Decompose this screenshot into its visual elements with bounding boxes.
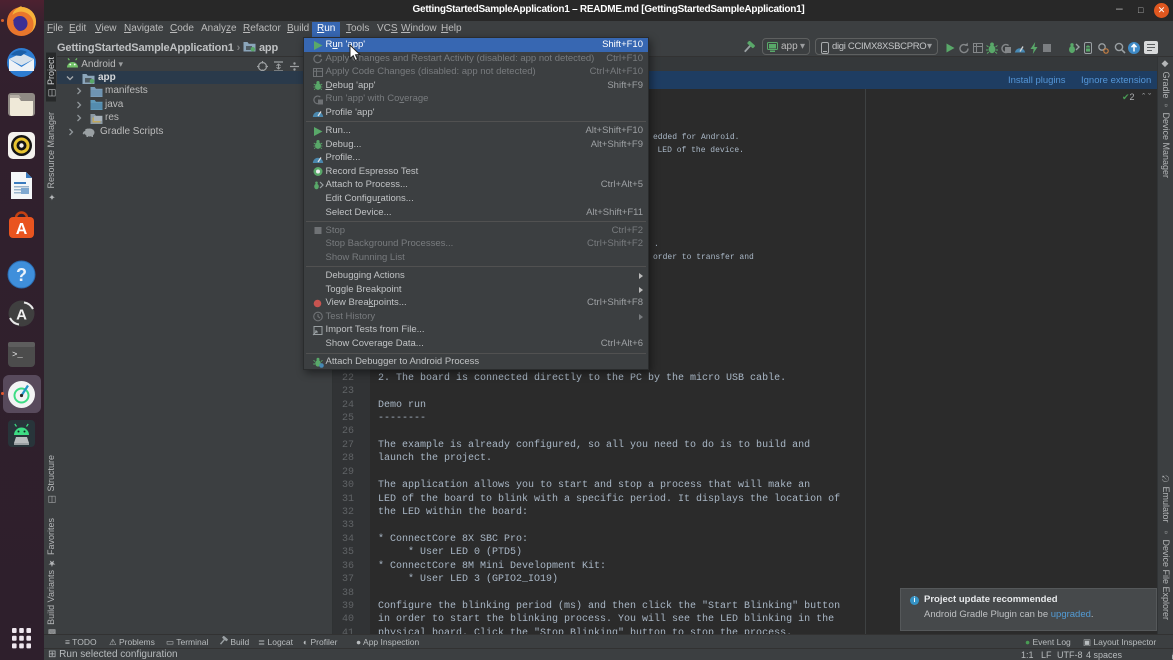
svg-text:A: A	[16, 221, 28, 238]
svg-text:>_: >_	[12, 350, 23, 360]
svg-text:?: ?	[16, 265, 27, 285]
svg-text:A: A	[16, 307, 27, 324]
